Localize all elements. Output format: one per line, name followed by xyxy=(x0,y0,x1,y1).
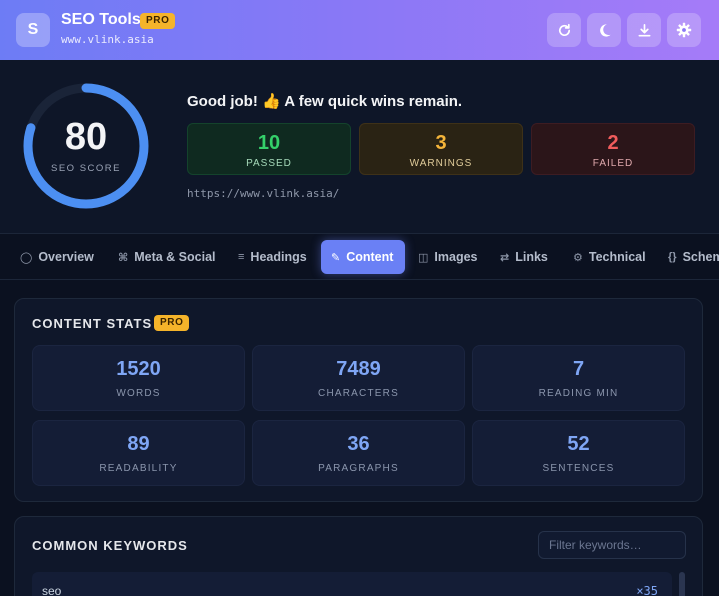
stat-label: READABILITY xyxy=(99,463,178,474)
stat-value: 36 xyxy=(347,433,370,455)
stat-words: 1520 WORDS xyxy=(32,345,245,411)
braces-icon: {} xyxy=(668,251,677,263)
tab-label: Headings xyxy=(250,250,307,264)
link-icon: ⇄ xyxy=(500,251,510,264)
score-label: SEO SCORE xyxy=(51,163,121,174)
refresh-button[interactable] xyxy=(547,13,581,47)
stat-reading-min: 7 READING MIN xyxy=(472,345,685,411)
tab-label: Images xyxy=(434,250,478,264)
command-icon: ⌘ xyxy=(118,251,129,264)
stat-label: READING MIN xyxy=(538,388,619,399)
tab-label: Technical xyxy=(588,250,646,264)
common-keywords-panel: COMMON KEYWORDS seo ×35 xyxy=(14,516,703,596)
tab-label: Content xyxy=(346,250,394,264)
stat-label: CHARACTERS xyxy=(318,388,399,399)
tab-headings[interactable]: ≡ Headings xyxy=(228,240,317,274)
gear-icon xyxy=(676,22,692,38)
keyword-scrollbar[interactable] xyxy=(679,572,685,596)
tab-content[interactable]: ✎ Content xyxy=(321,240,405,274)
image-icon: ◫ xyxy=(418,251,429,264)
score-verdict: Good job! 👍 A few quick wins remain. xyxy=(187,93,463,110)
pro-badge: PRO xyxy=(154,315,190,331)
pencil-icon: ✎ xyxy=(331,251,341,264)
keyword-filter-input[interactable] xyxy=(538,531,686,559)
tab-technical[interactable]: ⚙ Technical xyxy=(563,240,656,274)
stat-characters: 7489 CHARACTERS xyxy=(252,345,465,411)
tab-links[interactable]: ⇄ Links xyxy=(490,240,558,274)
settings-button[interactable] xyxy=(667,13,701,47)
failed-label: FAILED xyxy=(592,158,634,169)
keyword-count: ×35 xyxy=(636,584,658,596)
passed-card[interactable]: 10 PASSED xyxy=(187,123,351,175)
content-stats-panel: CONTENT STATS PRO 1520 WORDS 7489 CHARAC… xyxy=(14,298,703,502)
tab-bar: ◯ Overview ⌘ Meta & Social ≡ Headings ✎ … xyxy=(0,234,719,280)
content-stats-title: CONTENT STATS xyxy=(32,316,153,331)
tab-overview[interactable]: ◯ Overview xyxy=(10,240,104,274)
keyword-row[interactable]: seo ×35 xyxy=(32,572,672,596)
stat-readability: 89 READABILITY xyxy=(32,420,245,486)
download-icon xyxy=(638,23,650,36)
app-title: SEO Tools xyxy=(61,11,141,28)
stat-value: 1520 xyxy=(116,358,161,380)
download-button[interactable] xyxy=(627,13,661,47)
stat-label: WORDS xyxy=(116,388,161,399)
theme-toggle-button[interactable] xyxy=(587,13,621,47)
stat-label: PARAGRAPHS xyxy=(318,463,399,474)
stat-sentences: 52 SENTENCES xyxy=(472,420,685,486)
moon-icon xyxy=(599,23,611,37)
page-url: https://www.vlink.asia/ xyxy=(187,187,340,200)
failed-card[interactable]: 2 FAILED xyxy=(531,123,695,175)
pro-badge: PRO xyxy=(140,13,176,29)
app-logo: S xyxy=(16,13,50,47)
warnings-count: 3 xyxy=(435,132,447,154)
tab-meta-social[interactable]: ⌘ Meta & Social xyxy=(108,240,226,274)
common-keywords-title: COMMON KEYWORDS xyxy=(32,538,188,553)
refresh-icon xyxy=(558,23,570,36)
tab-label: Links xyxy=(515,250,548,264)
failed-count: 2 xyxy=(607,132,619,154)
stat-paragraphs: 36 PARAGRAPHS xyxy=(252,420,465,486)
passed-label: PASSED xyxy=(246,158,292,169)
warnings-card[interactable]: 3 WARNINGS xyxy=(359,123,523,175)
tab-label: Meta & Social xyxy=(134,250,216,264)
score-value: 80 xyxy=(64,116,108,158)
warnings-label: WARNINGS xyxy=(409,158,473,169)
keyword-text: seo xyxy=(42,584,62,596)
stat-label: SENTENCES xyxy=(542,463,615,474)
score-summary: 80 SEO SCORE Good job! 👍 A few quick win… xyxy=(0,60,719,234)
gear-icon: ⚙ xyxy=(573,251,583,264)
passed-count: 10 xyxy=(257,132,281,154)
stat-value: 52 xyxy=(567,433,590,455)
tab-label: Overview xyxy=(38,250,94,264)
stat-value: 7489 xyxy=(336,358,381,380)
tab-label: Schema xyxy=(682,250,719,264)
list-icon: ≡ xyxy=(238,251,245,263)
app-header: S SEO Tools PRO www.vlink.asia xyxy=(0,0,719,60)
site-url: www.vlink.asia xyxy=(61,33,154,46)
stat-value: 89 xyxy=(127,433,150,455)
tab-images[interactable]: ◫ Images xyxy=(408,240,488,274)
tab-schema[interactable]: {} Schema xyxy=(658,240,719,274)
overview-icon: ◯ xyxy=(20,251,33,264)
stat-value: 7 xyxy=(572,358,585,380)
